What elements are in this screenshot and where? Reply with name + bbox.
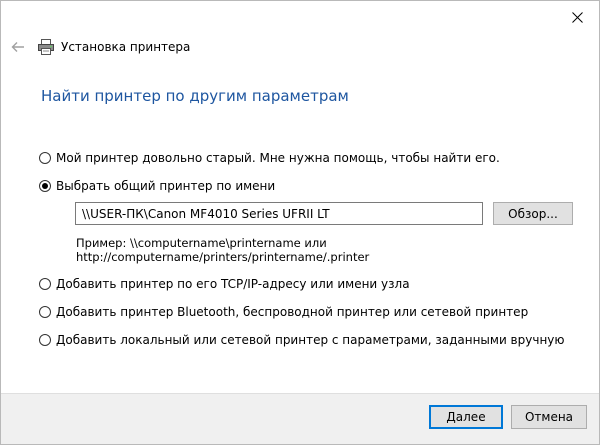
printer-name-input[interactable] [75, 202, 483, 225]
cancel-button[interactable]: Отмена [511, 405, 587, 429]
printer-icon [38, 39, 54, 55]
option-bluetooth-wireless[interactable]: Добавить принтер Bluetooth, беспроводной… [39, 302, 579, 322]
back-arrow-icon [11, 42, 24, 52]
example-hint: Пример: \\computername\printername или h… [76, 236, 369, 264]
option-shared-by-name[interactable]: Выбрать общий принтер по имени [39, 176, 579, 196]
title-bar: Установка принтера [11, 37, 190, 57]
radio-old-printer[interactable] [39, 152, 51, 164]
option-label: Мой принтер довольно старый. Мне нужна п… [56, 151, 500, 165]
back-button[interactable] [11, 40, 25, 54]
option-label: Добавить локальный или сетевой принтер с… [56, 333, 565, 347]
close-button[interactable] [563, 6, 591, 28]
radio-bluetooth-wireless[interactable] [39, 306, 51, 318]
radio-shared-by-name[interactable] [39, 180, 51, 192]
close-icon [571, 11, 583, 23]
example-line-2: http://computername/printers/printername… [76, 250, 370, 264]
radio-manual-settings[interactable] [39, 334, 51, 346]
option-tcpip[interactable]: Добавить принтер по его TCP/IP-адресу ил… [39, 274, 579, 294]
option-label: Добавить принтер Bluetooth, беспроводной… [56, 305, 529, 319]
example-line-1: Пример: \\computername\printername или [76, 236, 327, 250]
option-manual-settings[interactable]: Добавить локальный или сетевой принтер с… [39, 330, 579, 350]
option-label: Добавить принтер по его TCP/IP-адресу ил… [56, 277, 410, 291]
add-printer-dialog: Установка принтера Найти принтер по друг… [0, 0, 600, 445]
browse-button[interactable]: Обзор... [493, 202, 573, 225]
option-label: Выбрать общий принтер по имени [56, 179, 276, 193]
share-name-row: Обзор... [75, 202, 573, 225]
page-title: Найти принтер по другим параметрам [41, 87, 349, 105]
option-old-printer[interactable]: Мой принтер довольно старый. Мне нужна п… [39, 148, 579, 168]
next-button[interactable]: Далее [429, 405, 503, 429]
window-title: Установка принтера [61, 40, 191, 54]
radio-tcpip[interactable] [39, 278, 51, 290]
dialog-footer: Далее Отмена [1, 393, 599, 444]
